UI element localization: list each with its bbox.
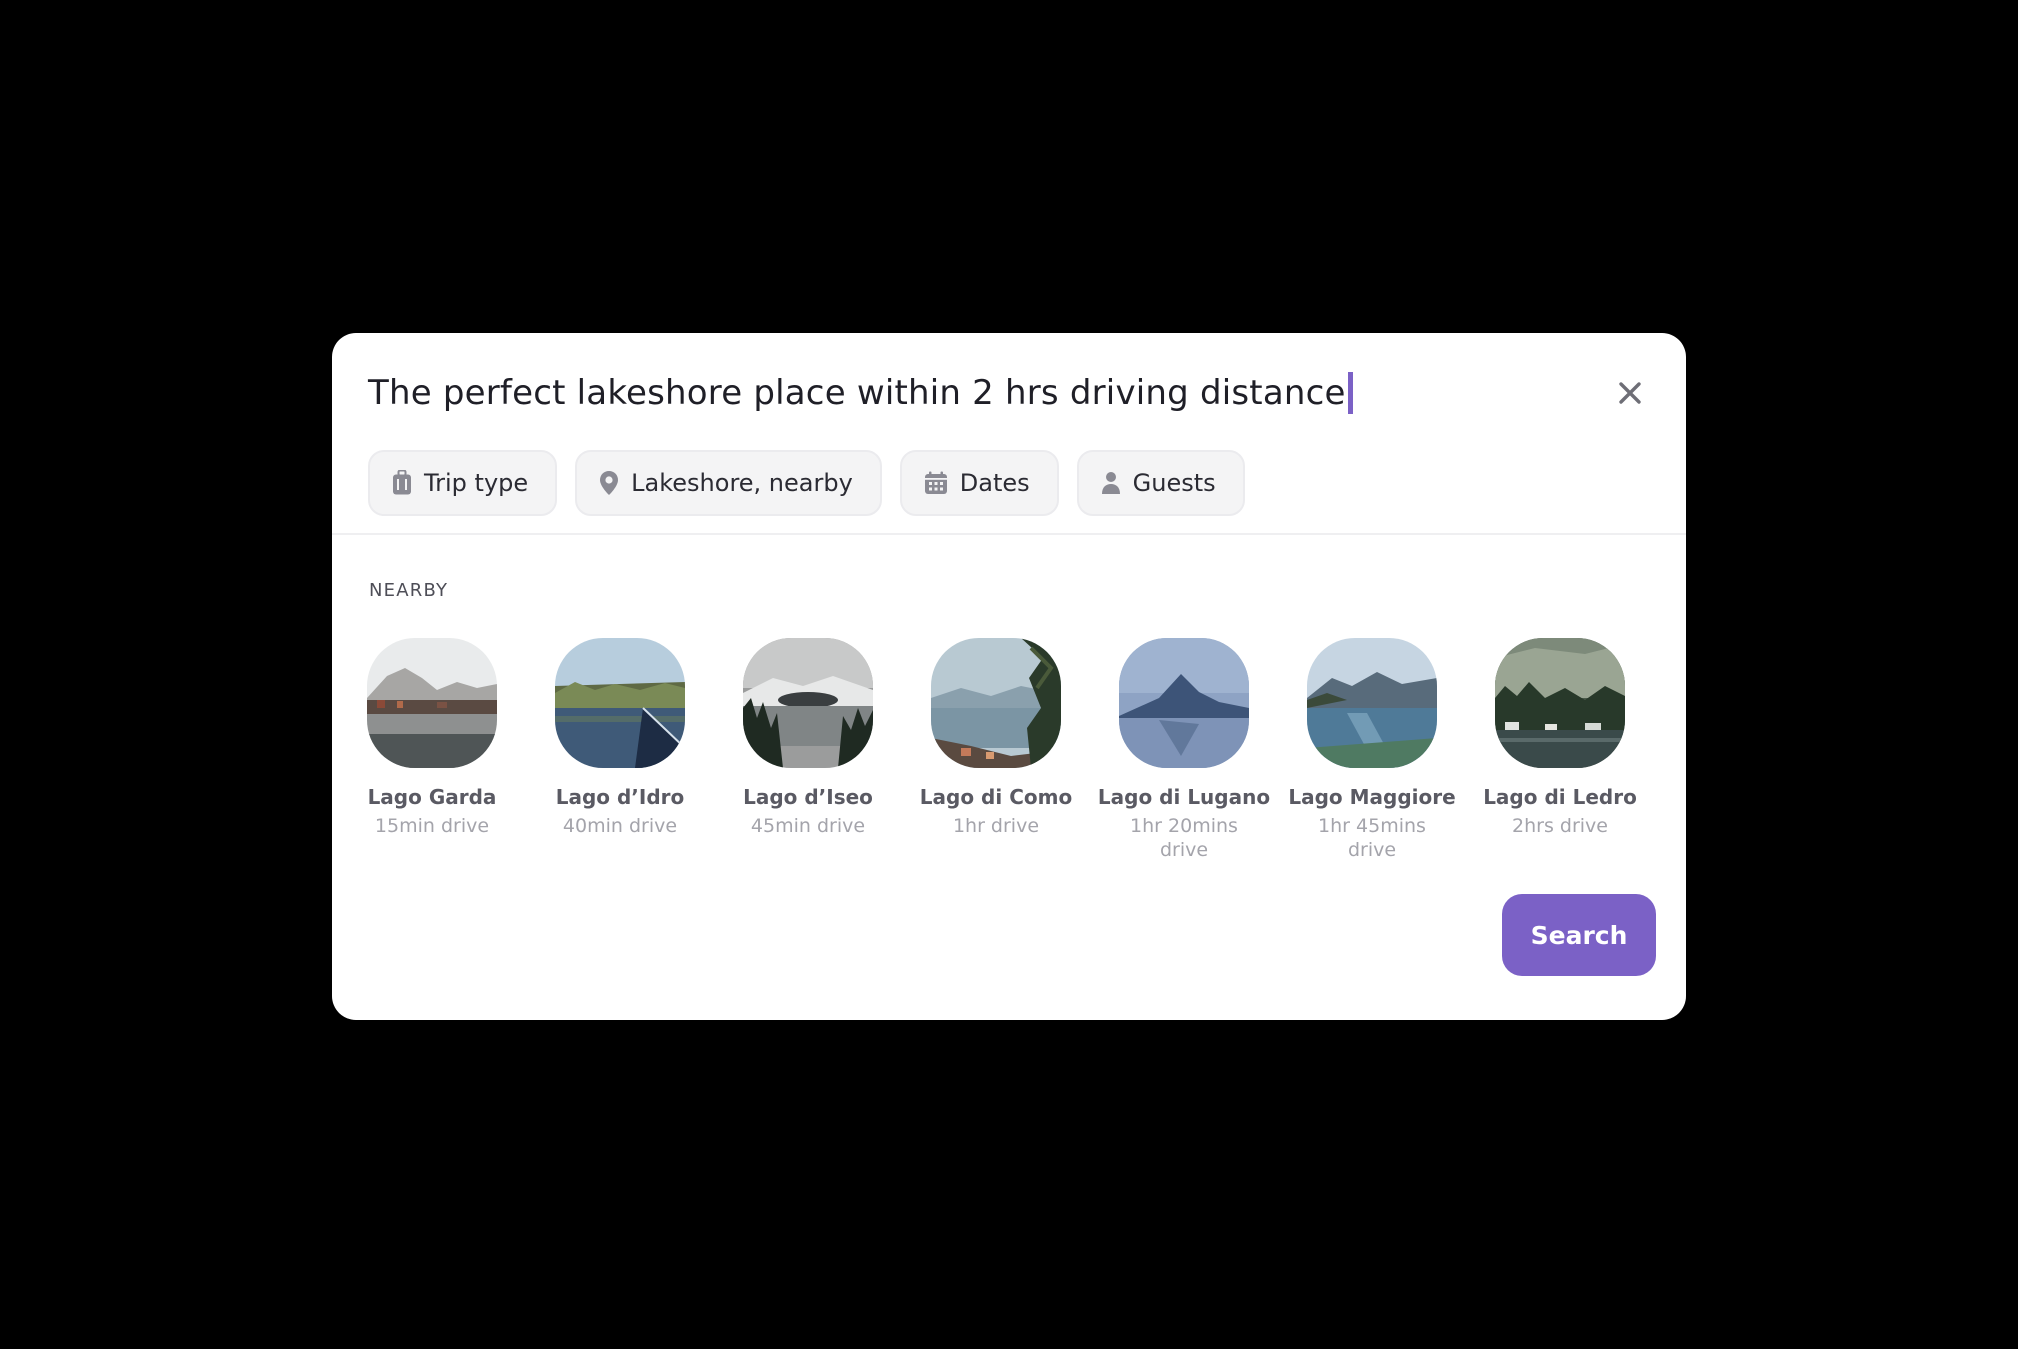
person-icon	[1101, 472, 1120, 494]
divider	[332, 533, 1686, 535]
calendar-icon	[924, 471, 947, 494]
lake-photo	[1119, 638, 1249, 768]
nearby-places: Lago Garda 15min drive Lago d’Idro 40min…	[360, 638, 1637, 862]
place-distance: 15min drive	[374, 815, 490, 837]
place-name: Lago d’Idro	[555, 785, 685, 809]
place-card[interactable]: Lago di Ledro 2hrs drive	[1483, 638, 1637, 862]
lake-photo	[1495, 638, 1625, 768]
search-query-input[interactable]: The perfect lakeshore place within 2 hrs…	[368, 373, 1346, 413]
place-name: Lago di Ledro	[1483, 785, 1637, 809]
place-distance: 1hr drive	[952, 815, 1040, 837]
place-distance: 45min drive	[750, 815, 866, 837]
place-card[interactable]: Lago d’Iseo 45min drive	[736, 638, 880, 862]
nearby-heading: NEARBY	[369, 580, 449, 601]
map-pin-icon	[600, 471, 619, 495]
place-distance: 2hrs drive	[1512, 815, 1608, 837]
place-card[interactable]: Lago di Lugano 1hr 20mins drive	[1098, 638, 1270, 862]
lake-photo	[555, 638, 685, 768]
filter-location[interactable]: Lakeshore, nearby	[575, 450, 882, 516]
place-card[interactable]: Lago Garda 15min drive	[360, 638, 504, 862]
filter-trip-type-label: Trip type	[424, 469, 529, 497]
filter-bar: Trip type Lakeshore, nearby Dates Guests	[368, 450, 1245, 516]
place-name: Lago Garda	[367, 785, 497, 809]
place-distance: 1hr 20mins drive	[1130, 815, 1238, 861]
search-panel: The perfect lakeshore place within 2 hrs…	[332, 333, 1686, 1020]
place-card[interactable]: Lago d’Idro 40min drive	[548, 638, 692, 862]
place-card[interactable]: Lago Maggiore 1hr 45mins drive	[1288, 638, 1456, 862]
filter-dates[interactable]: Dates	[899, 450, 1059, 516]
filter-dates-label: Dates	[959, 469, 1030, 497]
place-name: Lago d’Iseo	[743, 785, 873, 809]
search-button[interactable]: Search	[1502, 894, 1656, 976]
filter-guests[interactable]: Guests	[1076, 450, 1245, 516]
place-name: Lago di Como	[919, 785, 1073, 809]
lake-photo	[367, 638, 497, 768]
filter-trip-type[interactable]: Trip type	[368, 450, 558, 516]
filter-location-label: Lakeshore, nearby	[631, 469, 853, 497]
place-distance: 1hr 45mins drive	[1318, 815, 1426, 861]
lake-photo	[743, 638, 873, 768]
close-button[interactable]	[1610, 373, 1650, 413]
query-row[interactable]: The perfect lakeshore place within 2 hrs…	[368, 365, 1650, 421]
close-icon	[1619, 382, 1641, 404]
lake-photo	[1307, 638, 1437, 768]
place-name: Lago Maggiore	[1288, 785, 1456, 809]
place-name: Lago di Lugano	[1097, 785, 1271, 809]
place-distance: 40min drive	[562, 815, 678, 837]
luggage-icon	[393, 470, 411, 495]
stage: The perfect lakeshore place within 2 hrs…	[0, 0, 2018, 1349]
text-caret	[1347, 372, 1353, 414]
place-card[interactable]: Lago di Como 1hr drive	[920, 638, 1072, 862]
filter-guests-label: Guests	[1132, 469, 1216, 497]
lake-photo	[931, 638, 1061, 768]
